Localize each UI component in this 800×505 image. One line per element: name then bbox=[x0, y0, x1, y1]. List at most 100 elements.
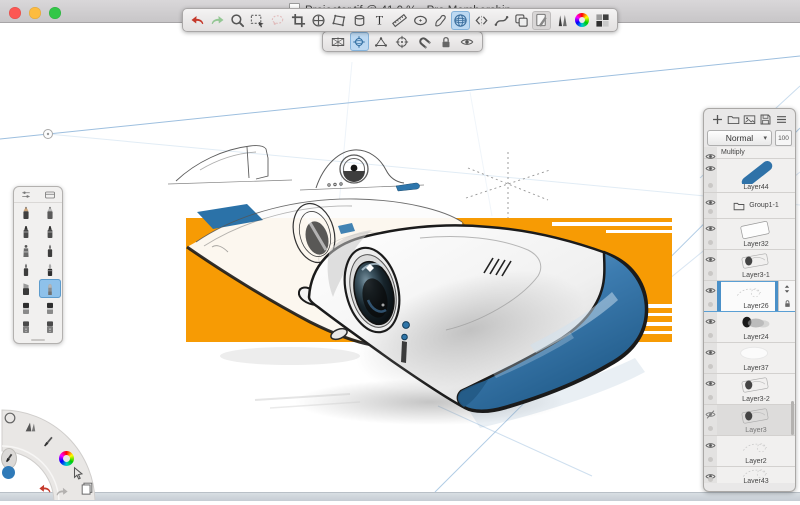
fill-tool[interactable] bbox=[350, 11, 369, 30]
brush-palette-resize-handle[interactable] bbox=[14, 336, 62, 343]
lock-icon bbox=[439, 35, 453, 49]
layer-row-Layer24[interactable]: Layer24 bbox=[704, 312, 795, 343]
lock-icon[interactable] bbox=[783, 299, 792, 308]
undo-button[interactable] bbox=[188, 11, 207, 30]
brush-slot-5[interactable] bbox=[15, 241, 37, 260]
brush-library-button[interactable] bbox=[553, 11, 572, 30]
brush-slot-4[interactable] bbox=[39, 222, 61, 241]
layer-row-Layer32[interactable]: Layer32 bbox=[704, 219, 795, 250]
layer-state-dot[interactable] bbox=[708, 302, 713, 307]
brush-sets-button[interactable] bbox=[44, 189, 56, 201]
brush-slot-6[interactable] bbox=[39, 241, 61, 260]
ruler-guide-tool[interactable] bbox=[390, 11, 409, 30]
brush-slot-2[interactable] bbox=[39, 203, 61, 222]
brush-settings-button[interactable] bbox=[20, 189, 32, 201]
layer-row-Layer37[interactable]: Layer37 bbox=[704, 343, 795, 374]
layer-row-Layer43[interactable]: Layer43 bbox=[704, 467, 795, 483]
layer-state-dot[interactable] bbox=[708, 477, 713, 482]
zoom-tool[interactable] bbox=[228, 11, 247, 30]
brush-slot-9[interactable] bbox=[15, 279, 37, 298]
horizon-target-button[interactable] bbox=[393, 32, 412, 51]
brush-slot-12[interactable] bbox=[39, 298, 61, 317]
perspective-guide-tool[interactable] bbox=[451, 11, 470, 30]
layer-opacity-field[interactable]: 100 bbox=[775, 130, 792, 146]
guide-visibility-button[interactable] bbox=[458, 32, 477, 51]
lagoon-select[interactable] bbox=[70, 465, 86, 481]
shape-tool[interactable] bbox=[512, 11, 531, 30]
lasso-select-tool[interactable] bbox=[269, 11, 288, 30]
layer-row-Layer44[interactable]: Layer44 bbox=[704, 159, 795, 193]
eye-icon[interactable] bbox=[705, 161, 716, 179]
color-editor-button[interactable] bbox=[573, 11, 592, 30]
lagoon-undo[interactable] bbox=[37, 481, 53, 497]
brush-slot-10[interactable] bbox=[39, 279, 61, 298]
layers-scrollbar[interactable] bbox=[791, 401, 794, 435]
eye-off-icon[interactable] bbox=[705, 407, 716, 425]
save-layer-button[interactable] bbox=[759, 113, 772, 126]
layer-menu-button[interactable] bbox=[775, 113, 788, 126]
crop-tool[interactable] bbox=[289, 11, 308, 30]
layer-row-Layer3-1[interactable]: Layer3-1 bbox=[704, 250, 795, 281]
layer-state-dot[interactable] bbox=[708, 240, 713, 245]
lagoon-redo[interactable] bbox=[54, 484, 70, 500]
brush-slot-11[interactable] bbox=[15, 298, 37, 317]
eye-icon[interactable] bbox=[705, 345, 716, 363]
symmetry-tool[interactable] bbox=[472, 11, 491, 30]
marquee-select-tool[interactable] bbox=[248, 11, 267, 30]
layer-state-dot[interactable] bbox=[708, 395, 713, 400]
angle-guides-button[interactable] bbox=[371, 32, 390, 51]
lock-guides-button[interactable] bbox=[436, 32, 455, 51]
import-image-button[interactable] bbox=[743, 113, 756, 126]
layer-state-dot[interactable] bbox=[708, 426, 713, 431]
perspective-mode-button[interactable] bbox=[328, 32, 347, 51]
layer-state-dot[interactable] bbox=[708, 271, 713, 276]
layer-state-dot[interactable] bbox=[708, 209, 713, 214]
brush-slot-8[interactable] bbox=[39, 260, 61, 279]
layer-row-Group1-1[interactable]: Group1-1 bbox=[704, 193, 795, 219]
brush-properties-button[interactable] bbox=[532, 11, 551, 30]
eye-icon[interactable] bbox=[705, 314, 716, 332]
brush-slot-7[interactable] bbox=[15, 260, 37, 279]
distort-tool[interactable] bbox=[330, 11, 349, 30]
blend-mode-select[interactable]: Normal▾ bbox=[707, 130, 772, 146]
layer-row-Layer3-2[interactable]: Layer3-2 bbox=[704, 374, 795, 405]
snap-magnet-button[interactable] bbox=[415, 32, 434, 51]
ellipse-guide-tool[interactable] bbox=[411, 11, 430, 30]
brush-slot-14[interactable] bbox=[39, 317, 61, 336]
move-vanishing-point-button[interactable] bbox=[350, 32, 369, 51]
lagoon-layers[interactable] bbox=[79, 480, 95, 496]
layer-row-Layer2[interactable]: Layer2 bbox=[704, 436, 795, 467]
brush-slot-1[interactable] bbox=[15, 203, 37, 222]
eye-icon[interactable] bbox=[705, 376, 716, 394]
layer-row-Layer3[interactable]: Layer3 bbox=[704, 405, 795, 436]
eye-icon[interactable] bbox=[705, 283, 716, 301]
french-curve-tool[interactable] bbox=[431, 11, 450, 30]
blend-row: Normal▾ 100 bbox=[704, 129, 795, 147]
cursor-icon bbox=[71, 466, 85, 480]
layer-row-Multiply[interactable]: Multiply bbox=[704, 147, 795, 159]
reorder-icon[interactable] bbox=[782, 284, 792, 294]
layer-state-dot[interactable] bbox=[708, 183, 713, 188]
eye-icon[interactable] bbox=[705, 252, 716, 270]
transform-tool[interactable] bbox=[309, 11, 328, 30]
selection-bar bbox=[717, 281, 721, 311]
lagoon-zoom[interactable] bbox=[2, 410, 18, 426]
new-group-button[interactable] bbox=[727, 113, 740, 126]
layer-row-Layer26[interactable]: Layer26 bbox=[704, 281, 795, 312]
eye-icon[interactable] bbox=[705, 438, 716, 456]
lagoon-color[interactable] bbox=[58, 450, 74, 466]
eye-icon[interactable] bbox=[705, 221, 716, 239]
redo-button[interactable] bbox=[208, 11, 227, 30]
layer-state-dot[interactable] bbox=[708, 364, 713, 369]
text-tool[interactable]: T bbox=[370, 11, 389, 30]
lagoon-brush[interactable] bbox=[40, 434, 56, 450]
steady-stroke-tool[interactable] bbox=[492, 11, 511, 30]
current-color-puck[interactable] bbox=[0, 464, 16, 480]
color-swatches-button[interactable] bbox=[593, 11, 612, 30]
brush-slot-13[interactable] bbox=[15, 317, 37, 336]
layer-state-dot[interactable] bbox=[708, 457, 713, 462]
lagoon-tools[interactable] bbox=[22, 419, 38, 435]
add-layer-button[interactable] bbox=[711, 113, 724, 126]
brush-slot-3[interactable] bbox=[15, 222, 37, 241]
layer-state-dot[interactable] bbox=[708, 333, 713, 338]
